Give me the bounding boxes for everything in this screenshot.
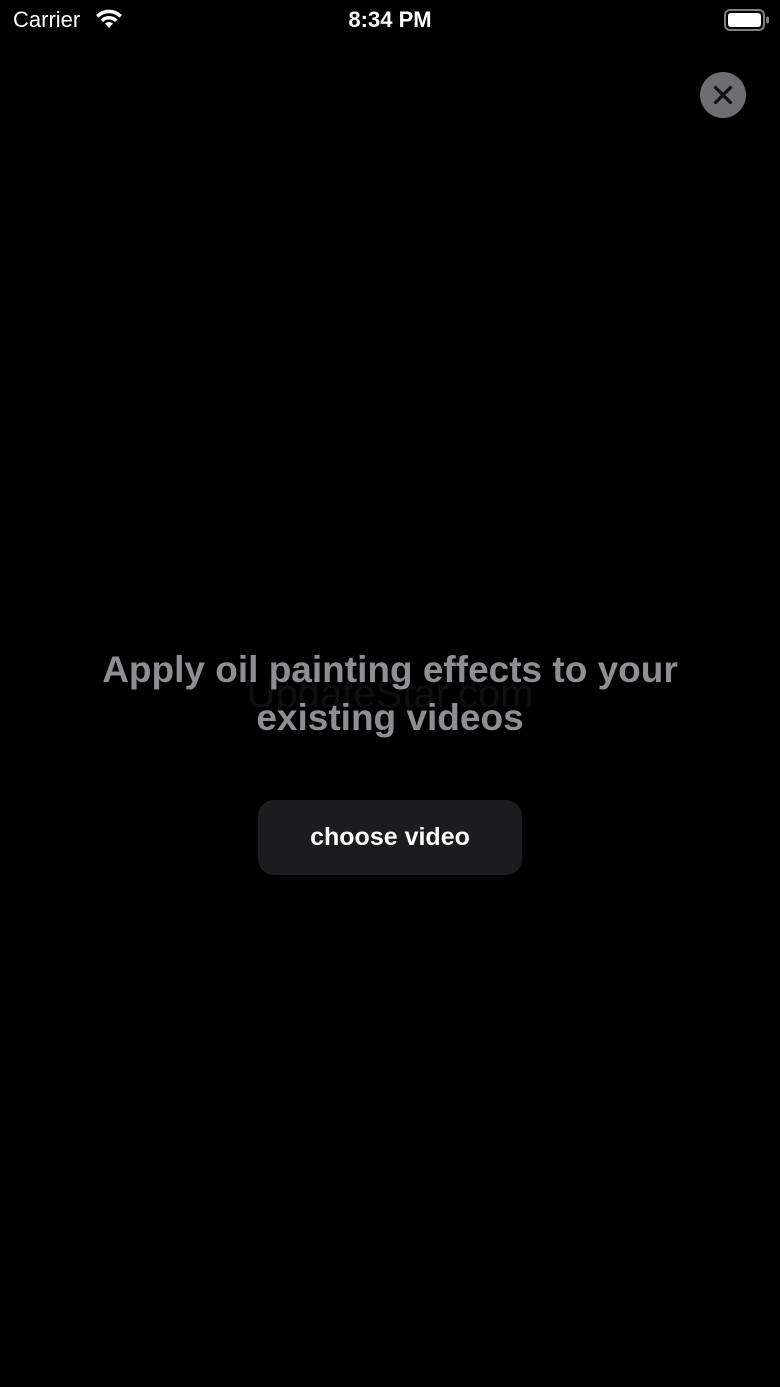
status-bar: Carrier 8:34 PM (0, 0, 780, 40)
battery-icon (724, 9, 770, 31)
close-button[interactable] (700, 72, 746, 118)
headline-text: Apply oil painting effects to your exist… (102, 649, 678, 738)
status-time: 8:34 PM (348, 7, 432, 32)
choose-video-button[interactable]: choose video (258, 800, 522, 875)
close-icon (713, 85, 733, 105)
choose-video-label: choose video (310, 823, 470, 851)
